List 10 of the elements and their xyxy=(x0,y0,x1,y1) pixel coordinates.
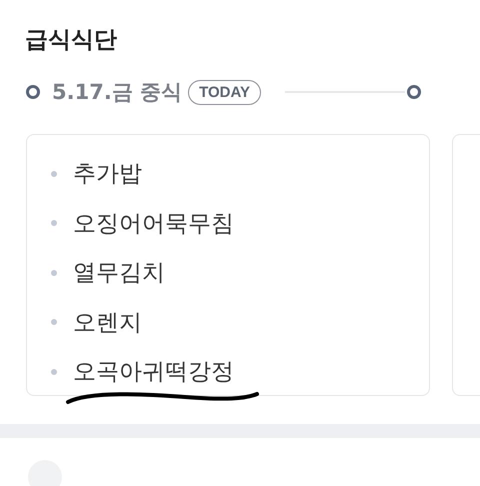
timeline-dot-icon xyxy=(26,85,40,99)
bullet-icon xyxy=(51,170,57,177)
bullet-icon xyxy=(51,319,57,326)
page-title: 급식식단 xyxy=(24,26,118,55)
bullet-icon xyxy=(51,220,57,226)
bullet-icon xyxy=(51,368,57,375)
bullet-icon xyxy=(51,270,57,276)
timeline-dot-icon xyxy=(406,85,421,99)
meal-date: 5.17.금 중식 xyxy=(52,79,182,106)
today-badge: TODAY xyxy=(188,80,261,104)
